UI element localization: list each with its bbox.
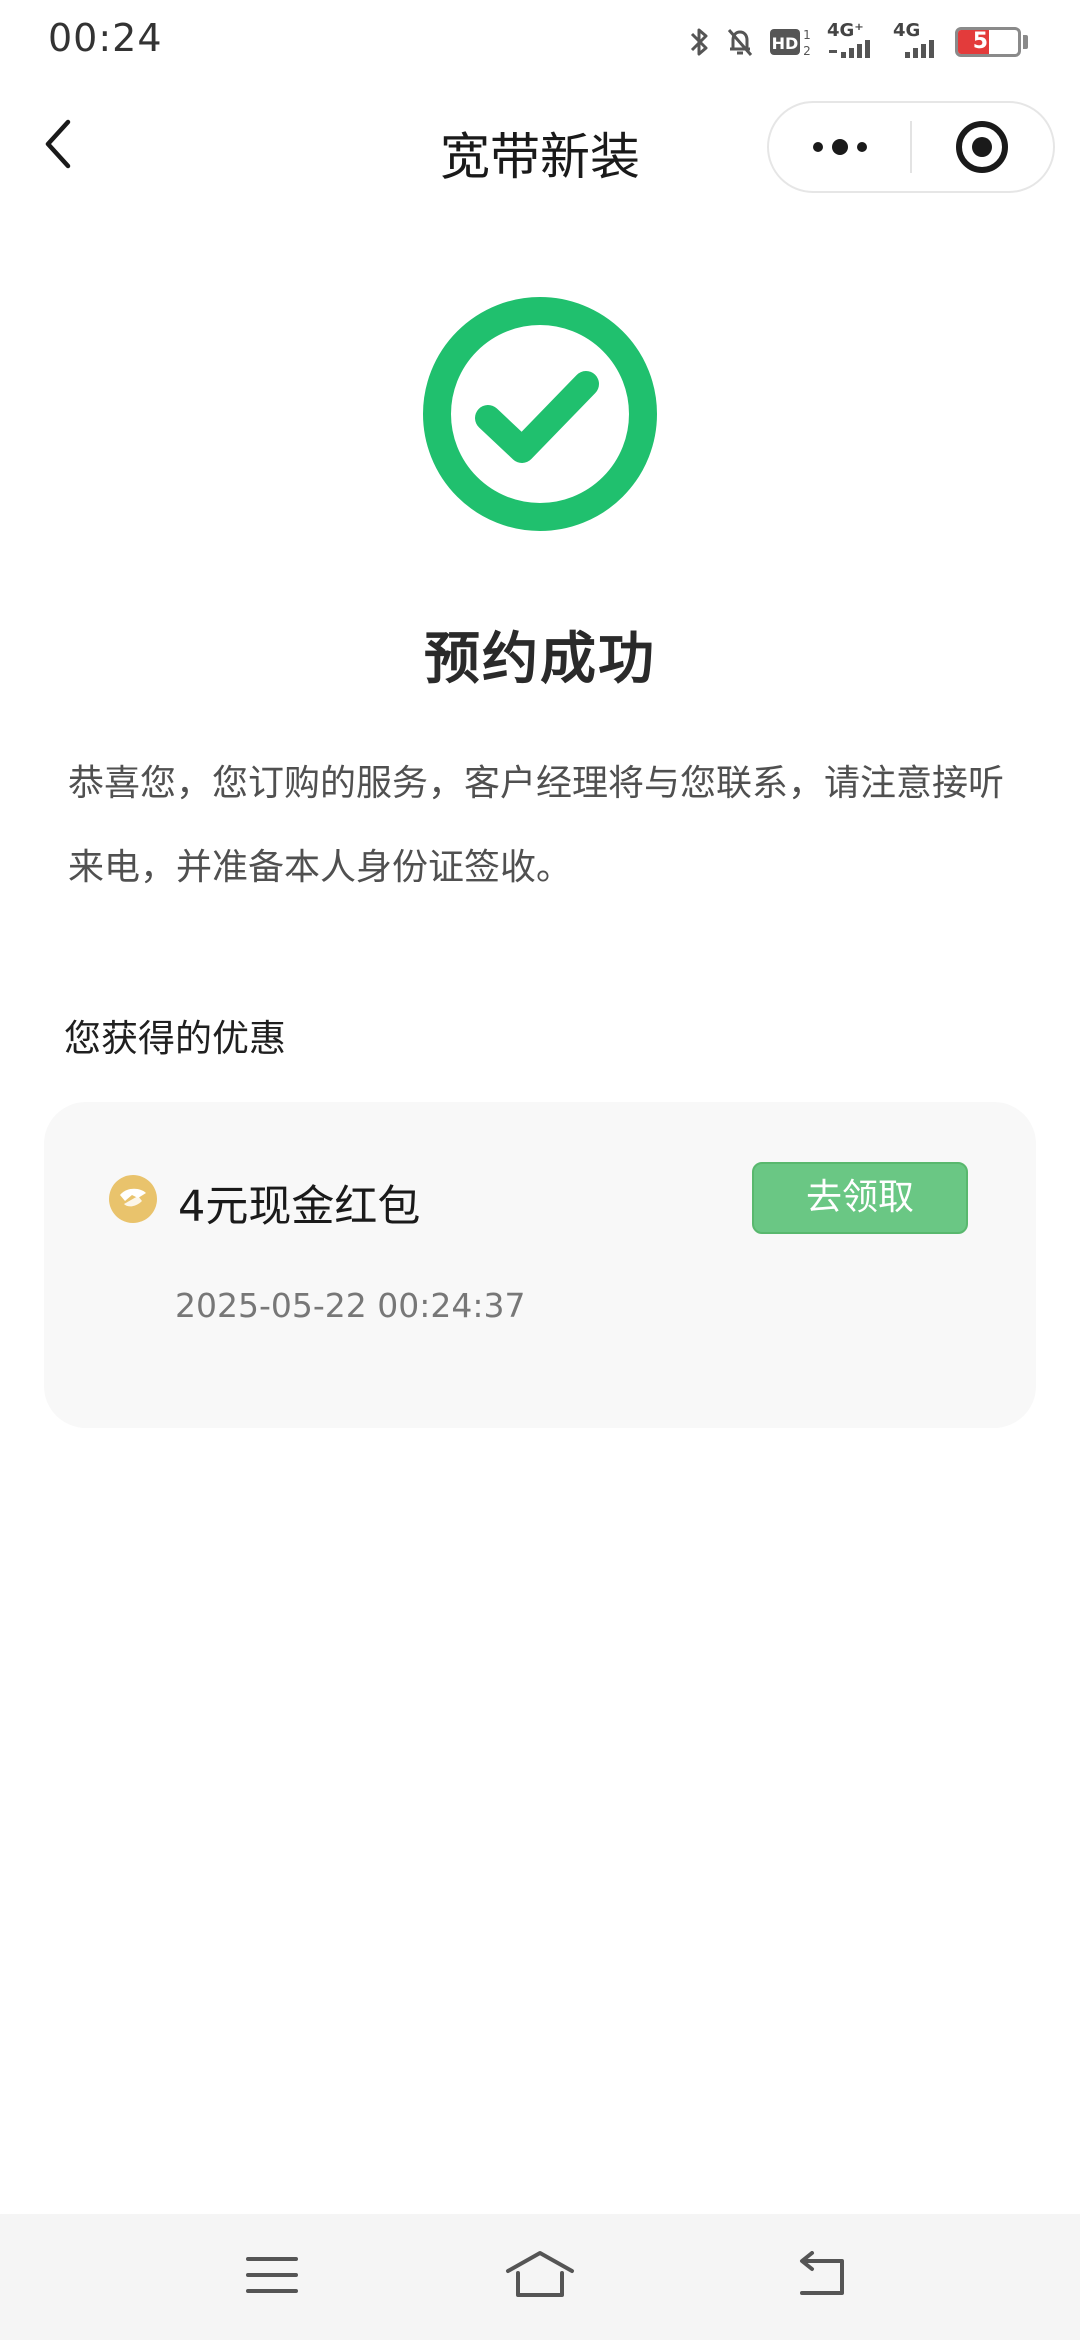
home-button[interactable] <box>500 2240 580 2310</box>
claim-button[interactable]: 去领取 <box>752 1162 968 1234</box>
target-circle-icon <box>956 121 1009 173</box>
hd-icon: HD 1 2 <box>770 28 811 58</box>
signal-4g: 4G <box>891 20 941 60</box>
close-mini-program-button[interactable] <box>912 103 1053 191</box>
menu-lines-icon <box>246 2257 298 2293</box>
svg-text:1: 1 <box>803 28 811 42</box>
menu-button[interactable] <box>232 2240 312 2310</box>
coupon-title: 4元现金红包 <box>178 1182 421 1232</box>
svg-text:2: 2 <box>803 44 811 58</box>
check-circle-icon <box>423 297 657 531</box>
battery-level: 51 <box>972 29 1004 54</box>
red-packet-icon <box>109 1175 157 1223</box>
battery-cap <box>1023 35 1028 49</box>
return-arrow-icon <box>800 2251 844 2295</box>
coupon-card: 4元现金红包 去领取 2025-05-22 00:24:37 <box>44 1102 1036 1428</box>
bluetooth-icon <box>690 28 708 56</box>
battery-icon: 51 <box>955 27 1021 57</box>
signal-4g-plus: 4G⁺ <box>827 20 877 60</box>
status-icons: HD 1 2 4G⁺ 4G 51 <box>689 20 1028 62</box>
coupon-date: 2025-05-22 00:24:37 <box>175 1286 526 1325</box>
silent-bell-icon <box>727 29 753 56</box>
nav-bar: 宽带新装 <box>0 84 1080 214</box>
signal-bars-icon <box>829 40 870 58</box>
more-button[interactable] <box>769 103 910 191</box>
svg-text:HD: HD <box>772 34 799 53</box>
success-title: 预约成功 <box>424 627 656 692</box>
home-icon <box>506 2251 574 2297</box>
status-bar: 00:24 HD 1 2 4G⁺ 4G 51 <box>0 0 1080 84</box>
system-nav-bar <box>0 2214 1080 2340</box>
status-time: 00:24 <box>48 16 163 60</box>
signal-bars-icon-2 <box>905 40 934 58</box>
success-description: 恭喜您，您订购的服务，客户经理将与您联系，请注意接听来电，并准备本人身份证签收。 <box>68 763 1005 888</box>
more-dots-icon <box>812 139 867 155</box>
benefits-heading: 您获得的优惠 <box>64 1017 286 1060</box>
mini-program-capsule <box>767 101 1055 193</box>
return-button[interactable] <box>782 2240 862 2310</box>
